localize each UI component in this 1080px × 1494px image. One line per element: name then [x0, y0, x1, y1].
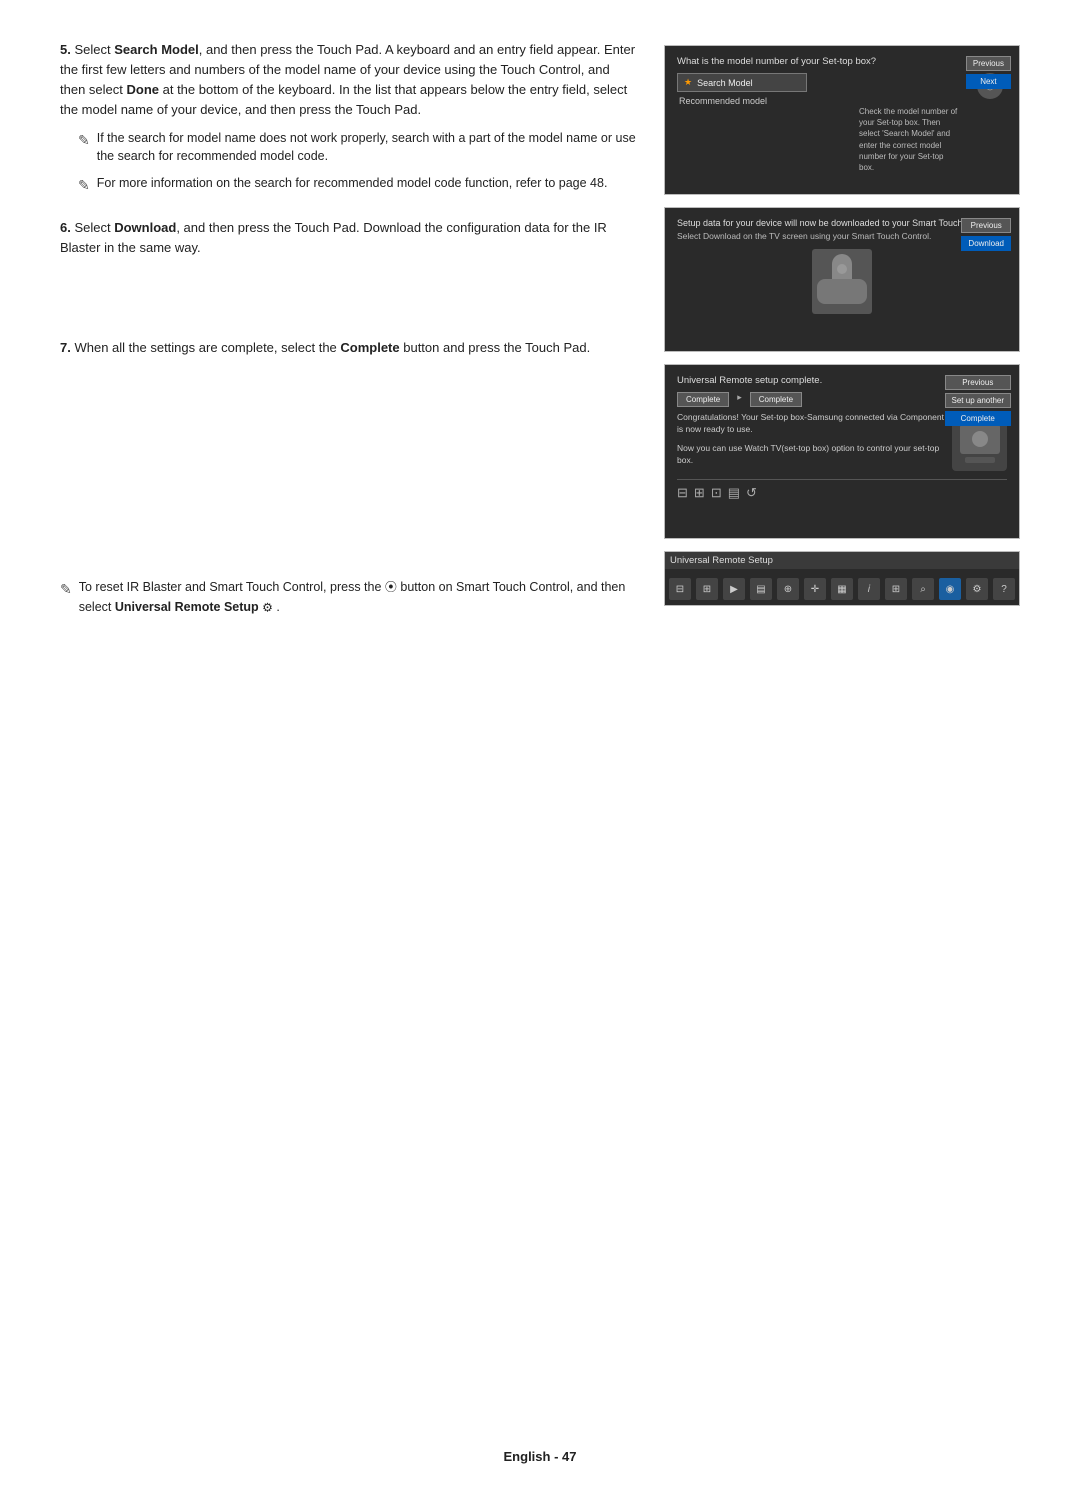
sub-bullet-1-text: If the search for model name does not wo…	[97, 129, 636, 167]
panel3-complete-main-btn: Complete	[945, 411, 1011, 426]
panel4-icon-search: ⌕	[912, 578, 934, 600]
panel3-text-col: Congratulations! Your Set-top box-Samsun…	[677, 411, 944, 471]
icon-settings: ⊡	[711, 485, 722, 501]
panel2-subtitle: Select Download on the TV screen using y…	[677, 231, 1007, 241]
main-text: 5. Select Search Model, and then press t…	[60, 40, 636, 617]
step-7-number: 7.	[60, 340, 71, 355]
panel1-recommended: Recommended model	[677, 96, 969, 106]
icon-tv: ⊞	[694, 485, 705, 501]
panel2-prev-btn: Previous	[961, 218, 1011, 233]
sub-bullet-2: ✎ For more information on the search for…	[78, 174, 636, 196]
panel4-icon-remote: ◉	[939, 578, 961, 600]
step-7-bold1: Complete	[340, 340, 399, 355]
step-7-text-after-bold: button and press the Touch Pad.	[400, 340, 591, 355]
panel3-setup-another-btn: Set up another	[945, 393, 1011, 408]
panel4-icon-guide: ▦	[831, 578, 853, 600]
screenshots-column: What is the model number of your Set-top…	[664, 40, 1020, 617]
footer-text: English - 47	[504, 1449, 577, 1464]
panel3-arrow: ▸	[737, 392, 742, 407]
step-6-bold1: Download	[114, 220, 176, 235]
step-5: 5. Select Search Model, and then press t…	[60, 40, 636, 196]
panel4-icon-tv: ⊞	[696, 578, 718, 600]
panel4-title: Universal Remote Setup	[665, 552, 1019, 569]
panel1-buttons: Previous Next	[966, 56, 1011, 89]
panel1-next-btn: Next	[966, 74, 1011, 89]
hand-image	[812, 249, 872, 314]
panel2-title: Setup data for your device will now be d…	[677, 218, 1007, 228]
note-icon-1: ✎	[78, 130, 90, 151]
panel4-icon-info: 𝑖	[858, 578, 880, 600]
panel-download: Setup data for your device will now be d…	[664, 207, 1020, 352]
star-icon: ★	[684, 77, 692, 88]
panel4-icon-home: ⊟	[669, 578, 691, 600]
step-6: 6. Select Download, and then press the T…	[60, 218, 636, 258]
step-7: 7. When all the settings are complete, s…	[60, 338, 636, 358]
sub-bullet-2-text: For more information on the search for r…	[97, 174, 608, 193]
panel1-prev-btn: Previous	[966, 56, 1011, 71]
panel4-icon-help: ?	[993, 578, 1015, 600]
panel4-icon-movies: ▶	[723, 578, 745, 600]
panel1-search-label: Search Model	[697, 78, 753, 88]
icon-back: ↺	[746, 485, 757, 501]
panel4-icon-source: ⊕	[777, 578, 799, 600]
step-7-text-before-bold: When all the settings are complete, sele…	[74, 340, 340, 355]
note-section: ✎ To reset IR Blaster and Smart Touch Co…	[60, 578, 636, 617]
panel4-icon-plus: ✛	[804, 578, 826, 600]
step-6-text-before-bold: Select	[74, 220, 114, 235]
note-text: To reset IR Blaster and Smart Touch Cont…	[79, 578, 636, 617]
icon-home: ⊟	[677, 485, 688, 501]
panel1-side-text: Check the model number of your Set-top b…	[859, 106, 959, 173]
hand-svg	[812, 249, 872, 314]
remote-symbol: ⦿	[385, 580, 397, 594]
panel3-prev-btn: Previous	[945, 375, 1011, 390]
panel3-complete-btn2: Complete	[750, 392, 802, 407]
panel3-congratulations: Congratulations! Your Set-top box-Samsun…	[677, 411, 944, 436]
sub-bullets-step5: ✎ If the search for model name does not …	[78, 129, 636, 197]
step-5-bold1: Search Model	[114, 42, 199, 57]
panel3-bottom-icons: ⊟ ⊞ ⊡ ▤ ↺	[677, 479, 1007, 501]
panel4-icon-list: ⊞	[885, 578, 907, 600]
panel-universal-remote-setup: Universal Remote Setup ⊟ ⊞ ▶ ▤ ⊕ ✛ ▦ 𝑖 ⊞…	[664, 551, 1020, 606]
note-icon-2: ✎	[78, 175, 90, 196]
note-bold2: Universal Remote Setup	[115, 600, 259, 614]
step-6-number: 6.	[60, 220, 71, 235]
step-5-bold2: Done	[127, 82, 160, 97]
panel4-icons-row: ⊟ ⊞ ▶ ▤ ⊕ ✛ ▦ 𝑖 ⊞ ⌕ ◉ ⚙ ?	[665, 574, 1019, 604]
icon-menu: ▤	[728, 485, 740, 501]
page-layout: 5. Select Search Model, and then press t…	[60, 40, 1020, 617]
panel3-complete-btn1: Complete	[677, 392, 729, 407]
panel4-icon-menu: ▤	[750, 578, 772, 600]
sub-bullet-1: ✎ If the search for model name does not …	[78, 129, 636, 167]
panel-complete: Universal Remote setup complete. Complet…	[664, 364, 1020, 539]
panel-search-model: What is the model number of your Set-top…	[664, 45, 1020, 195]
panel2-download-btn: Download	[961, 236, 1011, 251]
settings-icon-inline: ⚙	[262, 600, 273, 614]
step-5-text-before-bold: Select	[74, 42, 114, 57]
panel4-icon-settings2: ⚙	[966, 578, 988, 600]
panel3-buttons: Previous Set up another Complete	[945, 375, 1011, 426]
panel1-search-field: ★ Search Model	[677, 73, 807, 92]
panel2-buttons: Previous Download	[961, 218, 1011, 251]
note-icon-main: ✎	[60, 579, 72, 601]
panel2-image-container	[677, 249, 1007, 314]
device-svg	[955, 419, 1005, 469]
step-5-number: 5.	[60, 42, 71, 57]
footer: English - 47	[0, 1449, 1080, 1464]
panel3-watch-note: Now you can use Watch TV(set-top box) op…	[677, 442, 944, 467]
panel1-title: What is the model number of your Set-top…	[677, 56, 1007, 67]
